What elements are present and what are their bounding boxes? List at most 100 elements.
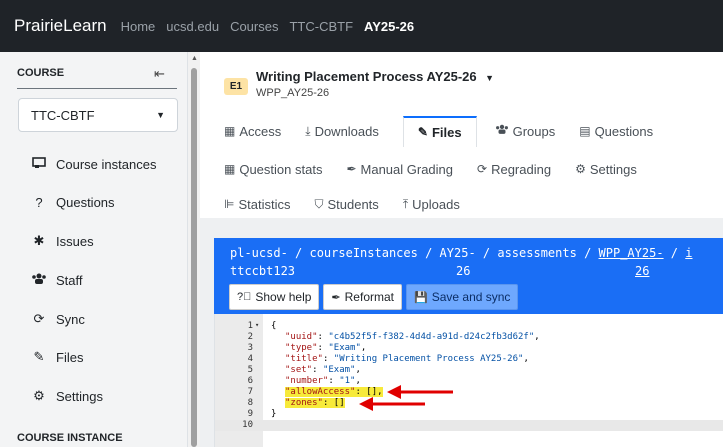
sidebar-divider: [17, 88, 177, 89]
assessment-subtitle: WPP_AY25-26: [256, 87, 330, 99]
path-course-cont[interactable]: ttccbt123: [230, 264, 295, 278]
table-icon: ▦: [224, 124, 236, 138]
path-file-link[interactable]: i: [685, 246, 692, 260]
json-key: "title": [285, 354, 323, 364]
sidebar-item-files[interactable]: ✎ Files: [30, 344, 84, 370]
sidebar-item-label: Course instances: [56, 156, 157, 172]
code-text: {: [271, 321, 277, 331]
path-separator: /: [475, 246, 498, 260]
code-editor[interactable]: 1 ▾ { 2 "uuid": "c4b52f5f-f382-4d4d-a91d-d2…: [214, 314, 723, 447]
download-icon: ⤓: [305, 123, 311, 138]
sidebar-scrollbar[interactable]: ▲: [188, 52, 200, 447]
button-label: Show help: [255, 290, 312, 304]
main-content: E1 Writing Placement Process AY25-26 ▼ W…: [200, 52, 723, 447]
fold-arrow-icon[interactable]: ▾: [255, 321, 259, 329]
tab-settings[interactable]: ⚙ Settings: [575, 162, 637, 177]
tab-files[interactable]: ✎ Files: [402, 115, 477, 147]
tab-questions[interactable]: ▤ Questions: [579, 124, 653, 139]
code-line: 3 "type": "Exam",: [215, 343, 723, 354]
nav-home-link[interactable]: Home: [121, 19, 156, 34]
tab-groups[interactable]: Groups: [495, 123, 556, 139]
code-text: "set": "Exam",: [285, 365, 361, 375]
tab-students[interactable]: ⛉ Students: [314, 197, 378, 212]
users-icon: [30, 273, 48, 288]
file-path-line-1: pl-ucsd- / courseInstances / AY25- / ass…: [230, 246, 692, 260]
json-value: "Exam": [328, 343, 361, 353]
json-key: "number": [285, 376, 329, 386]
sidebar-item-course-instances[interactable]: Course instances: [30, 151, 156, 177]
chart-icon: ⊫: [224, 197, 235, 211]
sidebar-item-issues[interactable]: ✱ Issues: [30, 228, 94, 254]
sidebar: COURSE ⇤ TTC-CBTF ▼ Course instances ? Q…: [0, 52, 188, 447]
help-circle-icon: ?⃝: [237, 291, 252, 303]
json-value: "c4b52f5f-f382-4d4d-a91d-d24c2fb3d62f": [328, 332, 535, 342]
sidebar-item-questions[interactable]: ? Questions: [30, 189, 114, 215]
scroll-up-icon[interactable]: ▲: [191, 55, 198, 62]
file-path-line-2: ttccbt123 26 26: [230, 264, 649, 278]
assessment-title-dropdown[interactable]: Writing Placement Process AY25-26 ▼: [256, 68, 494, 86]
tab-uploads[interactable]: ⤒ Uploads: [403, 197, 460, 212]
json-value: "Exam": [322, 365, 356, 375]
tab-label: Groups: [512, 123, 556, 139]
nav-instance-link[interactable]: AY25-26: [364, 19, 414, 34]
json-value: "Writing Placement Process AY25-26": [333, 354, 524, 364]
save-and-sync-button[interactable]: 💾 Save and sync: [406, 284, 519, 310]
tab-label: Downloads: [314, 123, 379, 139]
file-icon: ▤: [579, 124, 591, 138]
nav-course-link[interactable]: TTC-CBTF: [289, 19, 353, 34]
json-punct: ,: [355, 365, 361, 375]
tab-downloads[interactable]: ⤓ Downloads: [305, 124, 379, 139]
chalkboard-icon: [30, 156, 48, 172]
nav-courses-link[interactable]: Courses: [230, 19, 278, 34]
code-text: "number": "1",: [285, 376, 361, 386]
scrollbar-thumb[interactable]: [191, 68, 197, 447]
json-key: "zones": [285, 398, 323, 408]
reformat-button[interactable]: ✒ Reformat: [323, 284, 402, 310]
nav-institution-link[interactable]: ucsd.edu: [166, 19, 219, 34]
path-course[interactable]: pl-ucsd-: [230, 246, 288, 260]
assessment-header: E1 Writing Placement Process AY25-26 ▼ W…: [224, 68, 494, 99]
json-key: "set": [285, 365, 313, 375]
caret-down-icon: ▼: [485, 73, 494, 83]
file-editor-header: pl-ucsd- / courseInstances / AY25- / ass…: [214, 238, 723, 314]
json-key: "type": [285, 343, 318, 353]
tab-question-stats[interactable]: ▦ Question stats: [224, 162, 322, 177]
sidebar-item-sync[interactable]: ⟳ Sync: [30, 306, 85, 332]
json-value: []: [333, 398, 345, 408]
path-instance[interactable]: AY25-: [440, 246, 476, 260]
tab-regrading[interactable]: ⟳ Regrading: [477, 162, 551, 177]
line-number: 2: [247, 332, 253, 342]
table-icon: ▦: [224, 162, 236, 176]
top-navbar: PrairieLearn Home ucsd.edu Courses TTC-C…: [0, 0, 723, 52]
tab-label: Manual Grading: [360, 161, 454, 177]
tab-label: Files: [431, 124, 462, 140]
course-select[interactable]: TTC-CBTF ▼: [18, 98, 178, 132]
path-course-instances[interactable]: courseInstances: [309, 246, 417, 260]
tab-access[interactable]: ▦ Access: [224, 124, 281, 139]
collapse-arrow-icon[interactable]: ⇤: [154, 66, 165, 82]
sidebar-item-staff[interactable]: Staff: [30, 267, 83, 293]
line-number: 5: [247, 365, 253, 375]
sidebar-item-settings[interactable]: ⚙ Settings: [30, 383, 103, 409]
show-help-button[interactable]: ?⃝ Show help: [229, 284, 320, 310]
code-line-highlighted: 8 "zones": []: [215, 398, 723, 409]
brand-logo[interactable]: PrairieLearn: [14, 16, 107, 36]
json-value: "1": [339, 376, 356, 386]
magic-wand-icon: ✒: [331, 291, 341, 304]
code-line: 5 "set": "Exam",: [215, 365, 723, 376]
sidebar-item-label: Staff: [56, 272, 83, 288]
code-line: 6 "number": "1",: [215, 376, 723, 387]
editor-button-row: ?⃝ Show help ✒ Reformat 💾 Save and sync: [229, 284, 519, 310]
path-assessments[interactable]: assessments: [497, 246, 576, 260]
sidebar-item-label: Issues: [56, 233, 94, 249]
question-icon: ?: [35, 194, 43, 210]
tab-label: Regrading: [491, 161, 552, 177]
tab-statistics[interactable]: ⊫ Statistics: [224, 197, 290, 212]
code-text: "zones": []: [285, 398, 345, 408]
upload-icon: ⤒: [402, 196, 409, 211]
path-assessment-link[interactable]: WPP_AY25-: [599, 246, 664, 260]
path-instance-cont[interactable]: 26: [456, 264, 470, 278]
line-number: 6: [247, 376, 253, 386]
tab-manual-grading[interactable]: ✒ Manual Grading: [346, 162, 453, 177]
path-assessment-link-cont[interactable]: 26: [635, 264, 649, 278]
